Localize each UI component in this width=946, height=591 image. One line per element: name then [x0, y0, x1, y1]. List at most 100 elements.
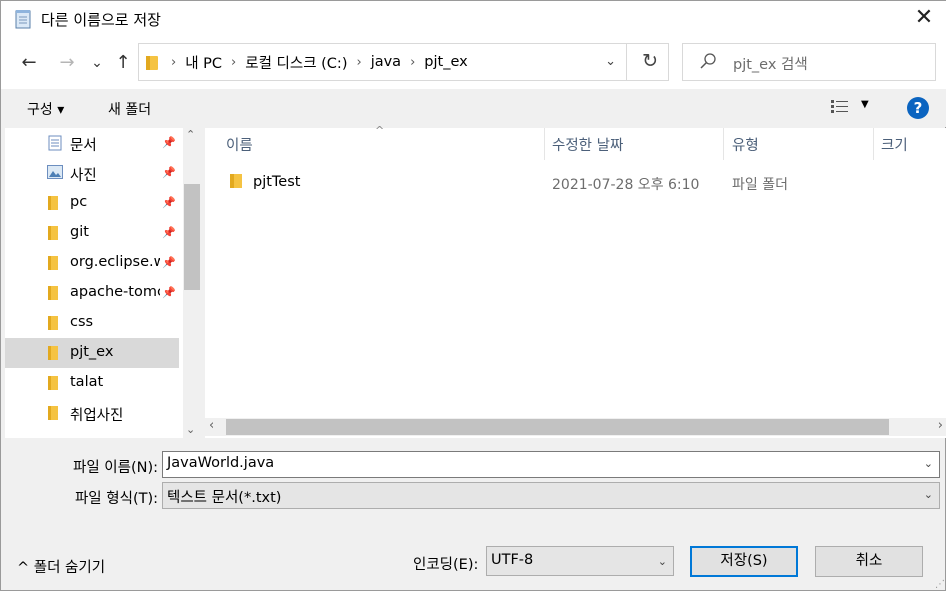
sidebar-item-job-photos[interactable]: 취업사진 [5, 398, 179, 428]
pictures-icon [47, 165, 63, 179]
folder-icon [48, 196, 58, 210]
chevron-right-icon[interactable]: › [231, 55, 236, 70]
sidebar-item-label: 사진 [70, 168, 97, 184]
column-header-date[interactable]: 수정한 날짜 [552, 134, 623, 155]
help-icon[interactable]: ? [907, 97, 929, 119]
column-divider[interactable] [723, 128, 724, 160]
search-placeholder: pjt_ex 검색 [733, 57, 808, 73]
sidebar-item-label: 취업사진 [70, 408, 124, 424]
filename-field[interactable]: JavaWorld.java ⌄ [162, 451, 940, 478]
column-divider[interactable] [873, 128, 874, 160]
sidebar-item-label: org.eclipse.ws [70, 254, 160, 270]
horizontal-scrollbar[interactable]: ‹ › [205, 418, 946, 436]
scroll-left-icon[interactable]: ‹ [209, 418, 214, 433]
sidebar-item-git[interactable]: git 📌 [5, 218, 179, 248]
breadcrumb-item[interactable]: 내 PC [185, 52, 222, 73]
resize-grip-icon[interactable]: ⋰ [935, 579, 945, 590]
sidebar-item-pictures[interactable]: 사진 📌 [5, 158, 179, 188]
folder-icon [146, 56, 158, 70]
sidebar-item-label: git [70, 224, 89, 240]
filetype-select[interactable]: 텍스트 문서(*.txt) ⌄ [162, 482, 940, 509]
column-header-size[interactable]: 크기 [881, 134, 908, 155]
documents-icon [48, 135, 62, 151]
breadcrumb-item[interactable]: pjt_ex [424, 54, 467, 70]
breadcrumb: › 내 PC › 로컬 디스크 (C:) › java › pjt_ex [171, 44, 468, 80]
address-bar[interactable]: › 내 PC › 로컬 디스크 (C:) › java › pjt_ex ⌄ ↻ [138, 43, 669, 81]
recent-locations-icon[interactable]: ⌄ [85, 51, 109, 75]
folder-icon [48, 346, 58, 360]
scrollbar-thumb[interactable] [184, 184, 200, 290]
folder-icon [48, 376, 58, 390]
chevron-down-icon[interactable]: ⌄ [924, 457, 933, 470]
file-list: ^ 이름 수정한 날짜 유형 크기 pjtTest 2021-07-28 오후 … [205, 124, 946, 438]
sidebar-item-talat[interactable]: talat [5, 368, 179, 398]
forward-arrow-icon[interactable]: → [55, 51, 79, 75]
folder-icon [48, 316, 58, 330]
filetype-value: 텍스트 문서(*.txt) [167, 490, 282, 506]
save-as-dialog: 다른 이름으로 저장 ✕ ← → ⌄ ↑ › 내 PC › 로컬 디스크 (C:… [0, 0, 946, 591]
notepad-icon [15, 10, 31, 29]
file-type: 파일 폴더 [732, 177, 788, 193]
sidebar-item-label: css [70, 314, 94, 330]
new-folder-button[interactable]: 새 폴더 [108, 99, 151, 119]
table-row[interactable]: pjtTest 2021-07-28 오후 6:10 파일 폴더 [205, 168, 946, 196]
scroll-up-icon[interactable]: ⌃ [186, 128, 195, 141]
folder-icon [48, 406, 58, 420]
column-divider[interactable] [544, 128, 545, 160]
chevron-down-icon[interactable]: ⌄ [924, 488, 933, 501]
view-details-icon[interactable] [831, 99, 849, 115]
back-arrow-icon[interactable]: ← [17, 51, 41, 75]
breadcrumb-item[interactable]: java [371, 54, 401, 70]
sidebar-item-css[interactable]: css [5, 308, 179, 338]
organize-button[interactable]: 구성 ▾ [27, 99, 64, 119]
sidebar-item-label: 문서 [70, 138, 97, 154]
cancel-button[interactable]: 취소 [815, 546, 923, 577]
sidebar-item-label: apache-tomc [70, 284, 160, 300]
chevron-down-icon[interactable]: ⌄ [658, 555, 667, 568]
pin-icon: 📌 [162, 286, 176, 299]
sidebar-item-org-eclipse[interactable]: org.eclipse.ws 📌 [5, 248, 179, 278]
filename-label: 파일 이름(N): [72, 460, 158, 476]
sidebar-item-pjt-ex[interactable]: pjt_ex [5, 338, 179, 368]
column-header-name[interactable]: 이름 [226, 134, 253, 155]
sidebar-item-label: pc [70, 194, 88, 210]
save-button[interactable]: 저장(S) [690, 546, 798, 577]
encoding-value: UTF-8 [491, 552, 534, 568]
chevron-down-icon[interactable]: ⌄ [605, 54, 616, 69]
chevron-right-icon[interactable]: › [356, 55, 361, 70]
sidebar-scrollbar[interactable]: ⌃ ⌄ [183, 128, 201, 438]
folder-icon [230, 174, 242, 188]
command-bar: 구성 ▾ 새 폴더 ▼ ? [1, 89, 946, 127]
sidebar-item-label: pjt_ex [70, 344, 114, 360]
filetype-label: 파일 형식(T): [74, 491, 158, 507]
title-bar: 다른 이름으로 저장 ✕ [1, 1, 946, 37]
folder-icon [48, 256, 58, 270]
pin-icon: 📌 [162, 136, 176, 149]
close-icon[interactable]: ✕ [901, 1, 946, 37]
pin-icon: 📌 [162, 256, 176, 269]
sidebar-item-pc[interactable]: pc 📌 [5, 188, 179, 218]
encoding-select[interactable]: UTF-8 ⌄ [486, 546, 674, 576]
breadcrumb-item[interactable]: 로컬 디스크 (C:) [245, 52, 347, 73]
sidebar-item-documents[interactable]: 문서 📌 [5, 128, 179, 158]
sidebar-item-apache-tomcat[interactable]: apache-tomc 📌 [5, 278, 179, 308]
view-dropdown-icon[interactable]: ▼ [861, 99, 869, 110]
navigation-pane: 문서 📌 사진 📌 pc 📌 git 📌 org.eclipse.ws 📌 [5, 128, 201, 438]
sidebar-item-label: talat [70, 374, 104, 390]
chevron-right-icon: › [171, 54, 177, 70]
refresh-icon[interactable]: ↻ [642, 50, 658, 72]
column-header-type[interactable]: 유형 [732, 134, 759, 155]
folder-icon [48, 286, 58, 300]
chevron-right-icon[interactable]: › [410, 55, 415, 70]
scroll-down-icon[interactable]: ⌄ [186, 423, 195, 436]
navigation-bar: ← → ⌄ ↑ › 내 PC › 로컬 디스크 (C:) › java › pj… [1, 37, 946, 89]
scroll-right-icon[interactable]: › [938, 418, 943, 433]
up-arrow-icon[interactable]: ↑ [111, 51, 135, 75]
file-date: 2021-07-28 오후 6:10 [552, 177, 700, 193]
scrollbar-thumb[interactable] [226, 419, 889, 435]
dialog-footer: ^ 폴더 숨기기 인코딩(E): UTF-8 ⌄ 저장(S) 취소 ⋰ [1, 531, 946, 591]
search-input[interactable]: pjt_ex 검색 [682, 43, 936, 81]
folder-icon [48, 226, 58, 240]
file-name: pjtTest [253, 174, 301, 190]
hide-folders-button[interactable]: ^ 폴더 숨기기 [17, 556, 105, 577]
